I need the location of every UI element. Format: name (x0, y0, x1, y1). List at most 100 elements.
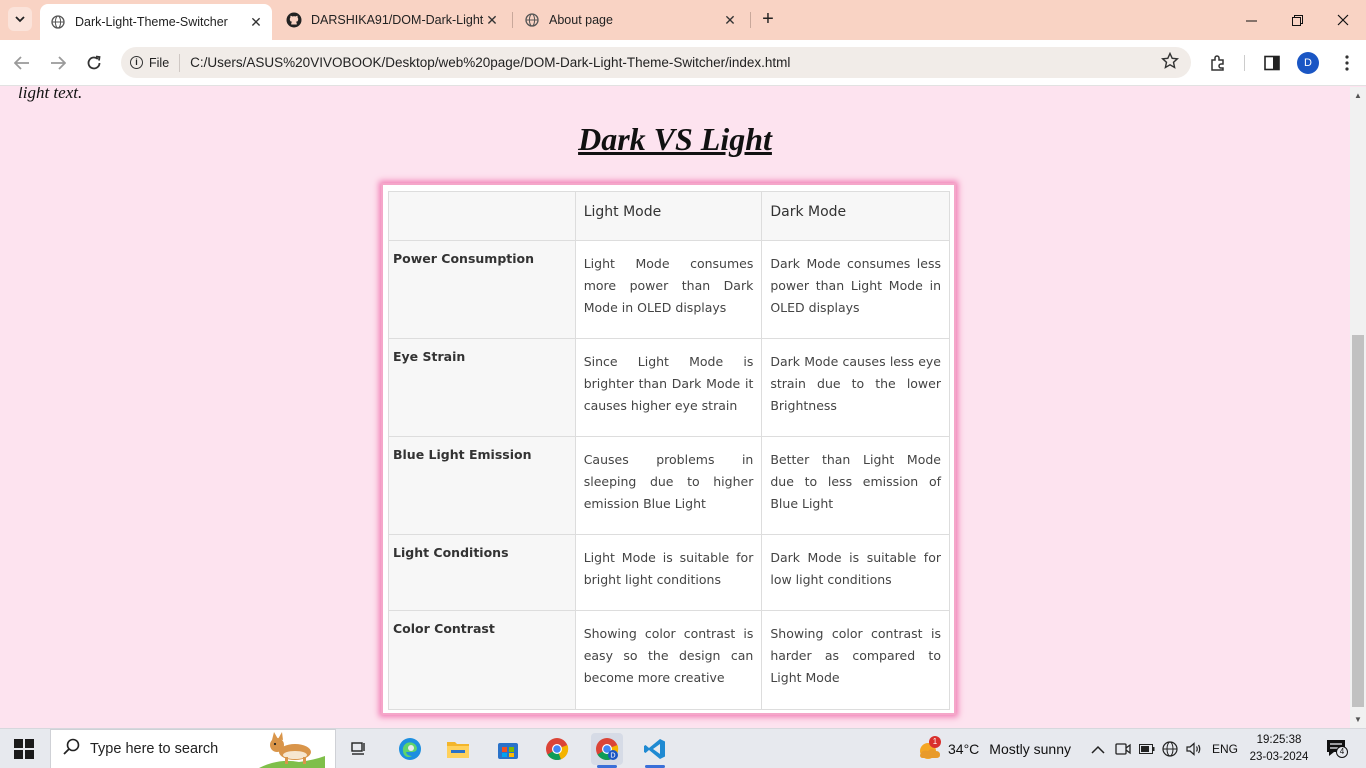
volume-icon[interactable] (1186, 729, 1203, 768)
corgi-illustration-icon (259, 732, 325, 768)
table-cell: Showing color contrast is easy so the de… (574, 610, 763, 710)
microsoft-store-icon[interactable] (492, 733, 524, 765)
scrollbar-thumb[interactable] (1352, 335, 1364, 707)
task-view-icon[interactable] (344, 733, 376, 765)
search-placeholder: Type here to search (90, 741, 219, 757)
table-row: Eye Strain Since Light Mode is brighter … (388, 338, 950, 437)
row-label: Power Consumption (388, 240, 576, 339)
show-hidden-icons-button[interactable] (1091, 729, 1105, 768)
table-row: Power Consumption Light Mode consumes mo… (388, 240, 950, 339)
reload-icon (87, 55, 101, 70)
windows-taskbar: Type here to search D 1 34°C Mostly sunn… (0, 728, 1366, 768)
table-cell: Light Mode is suitable for bright light … (574, 534, 763, 611)
row-label: Blue Light Emission (388, 436, 576, 535)
table-cell: Showing color contrast is harder as comp… (761, 610, 950, 710)
arrow-right-icon (51, 56, 66, 70)
search-icon (63, 738, 80, 760)
restore-icon (1291, 14, 1303, 26)
reload-button[interactable] (82, 51, 106, 75)
extensions-icon[interactable] (1206, 51, 1230, 75)
intro-text: light text. (18, 87, 83, 102)
edge-browser-icon[interactable] (394, 733, 426, 765)
address-bar[interactable]: i File C:/Users/ASUS%20VIVOBOOK/Desktop/… (121, 47, 1191, 78)
notification-center-button[interactable]: 4 (1326, 739, 1348, 759)
battery-icon[interactable] (1139, 729, 1155, 768)
profile-avatar[interactable]: D (1297, 52, 1319, 74)
back-button[interactable] (10, 51, 34, 75)
table-row: Light Conditions Light Mode is suitable … (388, 534, 950, 611)
info-icon: i (130, 56, 143, 69)
weather-condition: Mostly sunny (989, 741, 1071, 757)
close-icon (1337, 14, 1349, 26)
weather-badge: 1 (929, 736, 941, 748)
toolbar-divider (1244, 55, 1245, 71)
bookmark-star-icon[interactable] (1160, 51, 1180, 75)
arrow-left-icon (14, 56, 29, 70)
site-info-chip[interactable]: i File (130, 53, 181, 72)
clock-time: 19:25:38 (1256, 734, 1302, 746)
minimize-icon (1245, 20, 1257, 21)
chevron-down-icon (15, 15, 25, 22)
forward-button[interactable] (46, 51, 70, 75)
close-icon[interactable]: ✕ (248, 14, 264, 31)
page-scrollbar[interactable]: ▲ ▼ (1350, 87, 1366, 728)
close-icon[interactable]: ✕ (722, 12, 738, 29)
tab-title: About page (549, 13, 613, 27)
table-header-cell: Dark Mode (761, 191, 950, 241)
close-window-button[interactable] (1320, 0, 1366, 40)
web-page: light text. Dark VS Light Light Mode Dar… (0, 87, 1350, 728)
clock-date: 23-03-2024 (1249, 751, 1309, 763)
more-menu-icon[interactable] (1335, 51, 1359, 75)
row-label: Eye Strain (388, 338, 576, 437)
table-cell: Light Mode consumes more power than Dark… (574, 240, 763, 339)
table-cell: Better than Light Mode due to less emiss… (761, 436, 950, 535)
meet-now-icon[interactable] (1115, 729, 1131, 768)
close-icon[interactable]: ✕ (484, 12, 500, 29)
row-label: Light Conditions (388, 534, 576, 611)
scroll-down-arrow-icon[interactable]: ▼ (1354, 715, 1362, 724)
file-explorer-icon[interactable] (442, 733, 474, 765)
tab-title: DARSHIKA91/DOM-Dark-Light- (311, 13, 484, 27)
table-row: Color Contrast Showing color contrast is… (388, 610, 950, 710)
table-header-row: Light Mode Dark Mode (388, 191, 950, 241)
tab-separator (750, 12, 751, 28)
tab-dark-light-theme-switcher[interactable]: Dark-Light-Theme-Switcher ✕ (40, 4, 272, 40)
weather-temp: 34°C (948, 741, 980, 757)
svg-text:D: D (610, 752, 615, 760)
network-globe-icon[interactable] (1162, 729, 1178, 768)
windows-start-icon[interactable] (14, 739, 34, 759)
comparison-table: Light Mode Dark Mode Power Consumption L… (388, 191, 950, 710)
tab-search-button[interactable] (8, 7, 32, 31)
taskbar-search-box[interactable]: Type here to search (50, 729, 336, 768)
page-heading: Dark VS Light (578, 121, 772, 157)
tab-about-page[interactable]: About page ✕ (514, 0, 746, 40)
github-icon (286, 12, 302, 28)
vscode-icon[interactable] (639, 733, 671, 768)
new-tab-button[interactable]: + (756, 8, 780, 32)
table-cell: Since Light Mode is brighter than Dark M… (574, 338, 763, 437)
restore-button[interactable] (1274, 0, 1320, 40)
scroll-up-arrow-icon[interactable]: ▲ (1354, 91, 1362, 100)
globe-icon (50, 14, 66, 30)
tab-github-repo[interactable]: DARSHIKA91/DOM-Dark-Light- ✕ (276, 0, 508, 40)
chrome-profile-icon[interactable]: D (591, 733, 623, 768)
row-label: Color Contrast (388, 610, 576, 710)
comparison-table-card: Light Mode Dark Mode Power Consumption L… (381, 183, 956, 715)
language-indicator[interactable]: ENG (1212, 729, 1238, 768)
notification-count: 4 (1336, 746, 1348, 758)
scheme-label: File (149, 55, 170, 70)
table-row: Blue Light Emission Causes problems in s… (388, 436, 950, 535)
weather-widget[interactable]: 1 34°C Mostly sunny (916, 729, 1071, 768)
table-cell: Dark Mode causes less eye strain due to … (761, 338, 950, 437)
tab-title: Dark-Light-Theme-Switcher (75, 15, 228, 29)
browser-toolbar: i File C:/Users/ASUS%20VIVOBOOK/Desktop/… (0, 40, 1366, 86)
table-cell: Dark Mode consumes less power than Light… (761, 240, 950, 339)
globe-icon (524, 12, 540, 28)
side-panel-icon[interactable] (1260, 51, 1284, 75)
minimize-button[interactable] (1228, 0, 1274, 40)
table-cell: Causes problems in sleeping due to highe… (574, 436, 763, 535)
system-clock[interactable]: 19:25:38 23-03-2024 (1246, 732, 1312, 766)
chrome-icon[interactable] (541, 733, 573, 765)
url-text[interactable]: C:/Users/ASUS%20VIVOBOOK/Desktop/web%20p… (190, 55, 790, 70)
table-cell: Dark Mode is suitable for low light cond… (761, 534, 950, 611)
